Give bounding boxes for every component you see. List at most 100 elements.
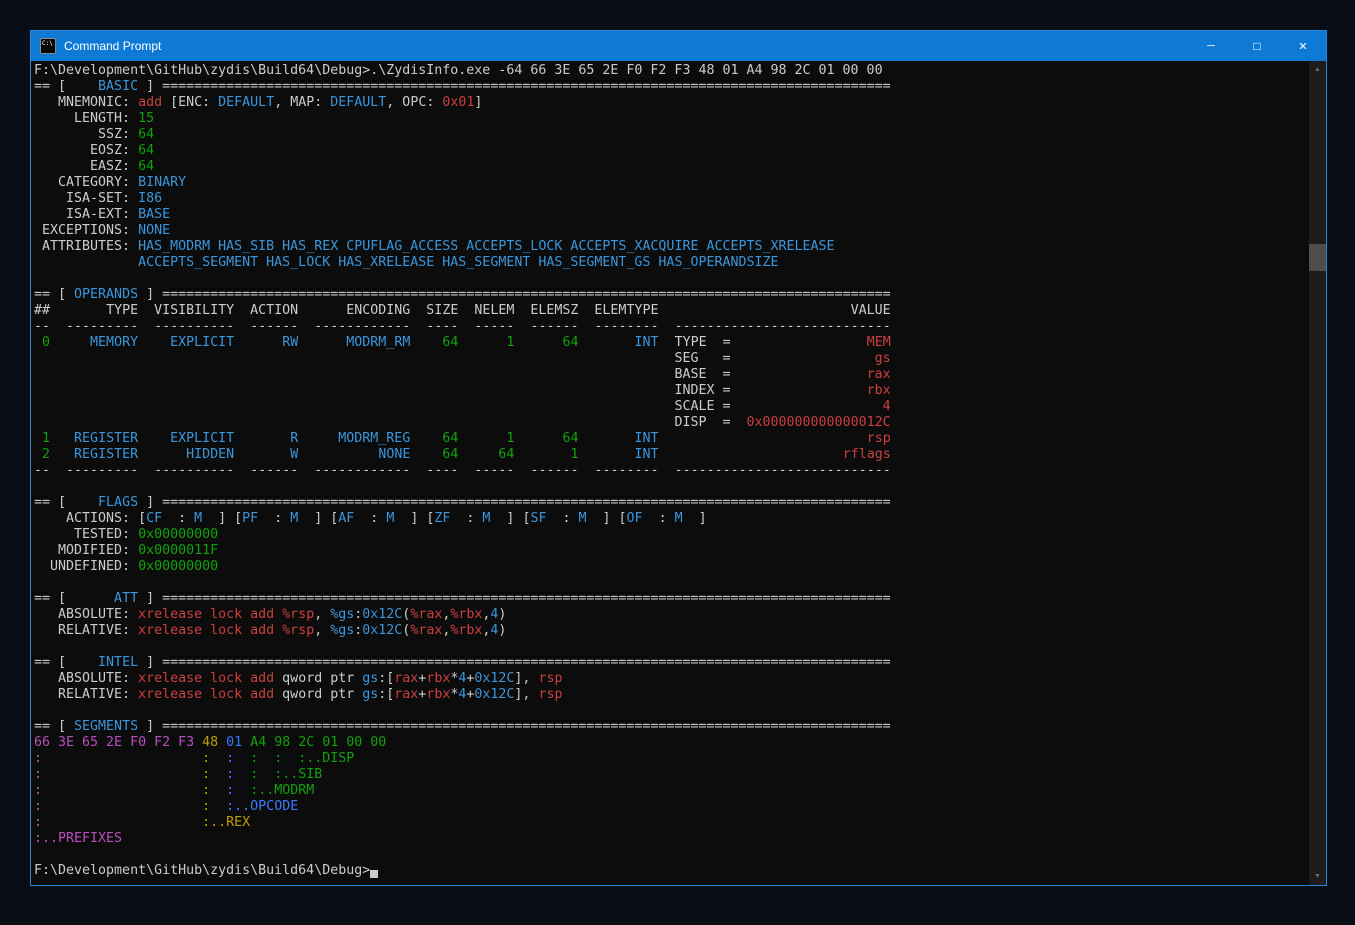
text-segment: A4 [250,735,266,750]
text-segment: : [34,751,42,766]
text-segment: TYPE VISIBILITY ACTION [106,303,298,318]
text-segment: ) [498,607,506,622]
text-segment: EOSZ: [34,143,138,158]
text-segment [458,447,498,462]
text-segment: : [226,783,234,798]
terminal-line: == [ INTEL ] ===========================… [34,655,1306,671]
terminal-line: -- --------- ---------- ------ ---------… [34,319,1306,335]
text-segment: qword ptr [274,671,362,686]
terminal-line: F:\Development\GitHub\zydis\Build64\Debu… [34,63,1306,79]
text-segment: %rax [410,623,442,638]
terminal-line: == [ SEGMENTS ] ========================… [34,719,1306,735]
text-segment: ] [ [490,511,530,526]
scrollbar[interactable]: ▲ ▼ [1309,61,1326,885]
text-segment: 64 [138,127,154,142]
text-segment [42,815,202,830]
text-segment: 64 [442,447,458,462]
text-segment: ISA-SET: [34,191,138,206]
cmd-icon[interactable]: C:\ [40,38,56,54]
text-segment: CATEGORY: [34,175,138,190]
scrollbar-down-icon[interactable]: ▼ [1309,868,1326,885]
terminal-line: CATEGORY: BINARY [34,175,1306,191]
text-segment: rbx [867,383,891,398]
text-segment: OF [627,511,643,526]
close-button[interactable]: ✕ [1280,31,1326,61]
text-segment: rbx [426,687,450,702]
text-segment: F:\Development\GitHub\zydis\Build64\Debu… [34,863,370,878]
text-segment: ========================================… [162,287,891,302]
text-segment: 1 [570,447,578,462]
text-segment: ========================================… [162,79,891,94]
text-segment [210,783,226,798]
text-segment: :..PREFIXES [34,831,122,846]
text-segment: :[ [378,671,394,686]
text-segment: ATT [74,591,138,606]
text-segment: 98 [274,735,290,750]
text-segment: INDEX = [674,383,730,398]
text-segment: ABSOLUTE: [34,671,138,686]
text-segment: ] [138,591,162,606]
terminal-line [34,847,1306,863]
console-area[interactable]: F:\Development\GitHub\zydis\Build64\Debu… [31,61,1326,885]
text-segment [458,319,474,334]
maximize-button[interactable]: □ [1234,31,1280,61]
text-segment: INT [635,335,659,350]
text-segment: : [354,511,386,526]
text-segment: ] [138,719,162,734]
text-segment [282,751,298,766]
text-segment: DEFAULT [218,95,274,110]
scrollbar-thumb[interactable] [1309,244,1326,271]
text-segment: : [250,767,258,782]
text-segment [194,735,202,750]
text-segment [458,335,506,350]
text-segment: 64 [138,159,154,174]
terminal-line: SEG = gs [34,351,1306,367]
text-segment: ] [ [202,511,242,526]
minimize-button[interactable]: ─ [1188,31,1234,61]
text-segment: : [250,751,258,766]
text-segment: 0x0000011F [138,543,218,558]
text-segment [410,463,426,478]
text-segment: ] [ [298,511,338,526]
text-segment [138,335,170,350]
text-segment: %rbx [450,623,482,638]
text-segment: FLAGS [74,495,138,510]
text-segment: == [ [34,719,74,734]
text-segment: ----- [474,463,514,478]
text-segment: 0x00000000 [138,559,218,574]
scrollbar-up-icon[interactable]: ▲ [1309,61,1326,78]
title-bar[interactable]: C:\ Command Prompt ─ □ ✕ [31,31,1326,61]
text-segment [138,319,154,334]
text-segment [578,463,594,478]
text-segment [730,367,866,382]
terminal-line: RELATIVE: xrelease lock add qword ptr gs… [34,687,1306,703]
terminal-line: : : : : :..SIB [34,767,1306,783]
terminal-line: == [ FLAGS ] ===========================… [34,495,1306,511]
text-segment: MODRM_REG [338,431,410,446]
text-segment: 0x12C [474,687,514,702]
text-segment: %gs [330,607,354,622]
text-segment: xrelease lock add [138,687,274,702]
text-segment: -------- [595,319,659,334]
text-segment [730,351,874,366]
text-segment: ------ [250,319,298,334]
terminal-line: EOSZ: 64 [34,143,1306,159]
text-segment: BASIC [74,79,138,94]
terminal-line: : : : :..MODRM [34,783,1306,799]
text-segment [579,447,635,462]
text-segment: 0x12C [362,607,402,622]
text-segment [42,799,202,814]
text-segment: M [675,511,683,526]
terminal-line: UNDEFINED: 0x00000000 [34,559,1306,575]
text-segment [42,767,202,782]
text-segment: SSZ: [34,127,138,142]
text-segment: OPERANDS [74,287,138,302]
terminal-line: : :..REX [34,815,1306,831]
text-segment: ] [ [587,511,627,526]
text-segment: EASZ: [34,159,138,174]
text-segment: ] [138,495,162,510]
text-segment [234,431,290,446]
text-segment [514,447,570,462]
text-segment [34,415,674,430]
text-segment: DEFAULT [330,95,386,110]
